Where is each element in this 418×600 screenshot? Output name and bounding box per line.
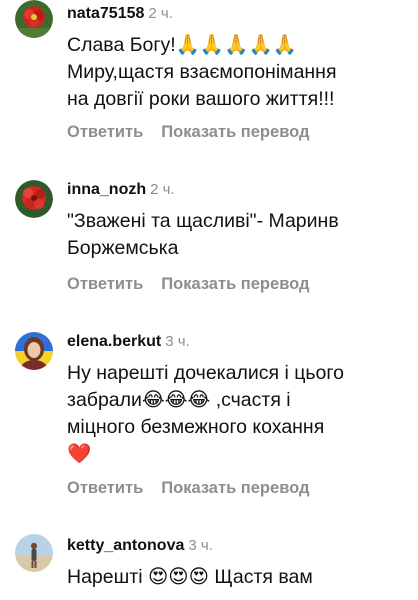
comment-actions: Ответить Показать перевод bbox=[67, 274, 309, 294]
reply-button[interactable]: Ответить bbox=[67, 275, 143, 293]
user-avatar[interactable] bbox=[15, 534, 53, 572]
reply-button[interactable]: Ответить bbox=[67, 479, 143, 497]
comment-actions: Ответить Показать перевод bbox=[67, 122, 309, 142]
comment-text: Ну нарешті дочекалися і цього забрали😂😂😂… bbox=[67, 362, 344, 465]
comment-time: 3 ч. bbox=[165, 333, 190, 350]
comment-text: Нарешті 😍😍😍 Щастя вам bbox=[67, 566, 313, 588]
comment-actions: Ответить Показать перевод bbox=[67, 478, 309, 498]
comment-username[interactable]: nata75158 bbox=[67, 5, 144, 22]
beach-person-avatar-icon bbox=[15, 534, 53, 572]
comment-header: ketty_antonova 3 ч. bbox=[67, 536, 213, 556]
user-avatar[interactable] bbox=[15, 332, 53, 370]
comment-text: "Зважені та щасливі"- Маринв Боржемська bbox=[67, 210, 339, 259]
comment-header: nata75158 2 ч. bbox=[67, 4, 173, 24]
comment-username[interactable]: ketty_antonova bbox=[67, 537, 184, 554]
user-avatar[interactable] bbox=[15, 0, 53, 38]
reply-button[interactable]: Ответить bbox=[67, 123, 143, 141]
show-translation-button[interactable]: Показать перевод bbox=[161, 123, 309, 141]
comment-time: 3 ч. bbox=[188, 537, 213, 554]
comment-username[interactable]: inna_nozh bbox=[67, 181, 146, 198]
comment-time: 2 ч. bbox=[150, 181, 175, 198]
show-translation-button[interactable]: Показать перевод bbox=[161, 479, 309, 497]
comment-header: elena.berkut 3 ч. bbox=[67, 332, 190, 352]
red-flower-avatar-icon bbox=[15, 0, 53, 38]
user-avatar[interactable] bbox=[15, 180, 53, 218]
comment-header: inna_nozh 2 ч. bbox=[67, 180, 175, 200]
red-flower-avatar-icon bbox=[15, 180, 53, 218]
comment-username[interactable]: elena.berkut bbox=[67, 333, 161, 350]
show-translation-button[interactable]: Показать перевод bbox=[161, 275, 309, 293]
comment-time: 2 ч. bbox=[148, 5, 173, 22]
comment-text: Слава Богу!🙏🙏🙏🙏🙏 Миру,щастя взаємопоніма… bbox=[67, 34, 337, 110]
woman-portrait-avatar-icon bbox=[15, 332, 53, 370]
